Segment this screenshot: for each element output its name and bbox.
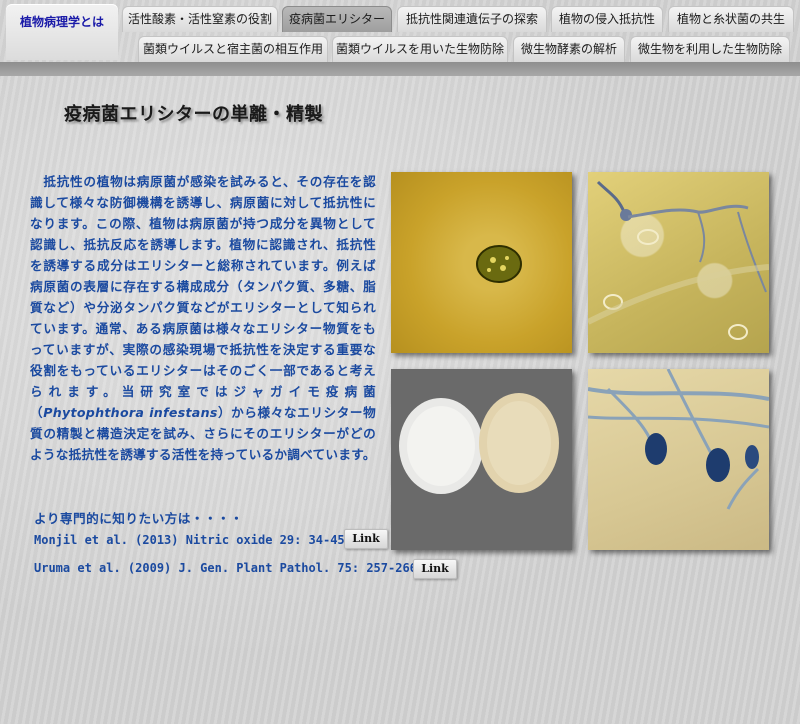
colonies-petri-icon [391, 369, 572, 550]
reference-uruma-link-button[interactable]: Link [413, 559, 457, 579]
tab-microbial-biocontrol[interactable]: 微生物を利用した生物防除 [630, 36, 790, 62]
germinating-hyphae-micrograph-icon [586, 172, 770, 353]
page-title: 疫病菌エリシターの単離・精製 [64, 104, 323, 125]
reference-monjil-link-button[interactable]: Link [344, 529, 388, 549]
tab-resistance-genes[interactable]: 抵抗性関連遺伝子の探索 [397, 6, 547, 32]
tab-elicitor[interactable]: 疫病菌エリシター [282, 6, 392, 32]
reference-monjil: Monjil et al. (2013) Nitric oxide 29: 34… [34, 533, 352, 547]
tab-active-oxygen[interactable]: 活性酸素・活性窒素の役割 [122, 6, 278, 32]
tab-invasion-resistance[interactable]: 植物の侵入抵抗性 [551, 6, 663, 32]
tab-mycovirus-host[interactable]: 菌類ウイルスと宿主菌の相互作用 [138, 36, 328, 62]
tab-mycovirus-biocontrol[interactable]: 菌類ウイルスを用いた生物防除 [332, 36, 508, 62]
species-name: Phytophthora infestans [43, 405, 218, 420]
tab-fungal-symbiosis[interactable]: 植物と糸状菌の共生 [668, 6, 794, 32]
sporangia-stained-icon [587, 368, 770, 550]
reference-uruma: Uruma et al. (2009) J. Gen. Plant Pathol… [34, 561, 425, 575]
paragraph-part1: 抵抗性の植物は病原菌が感染を試みると、その存在を認識して様々な防御機構を誘導し、… [30, 174, 376, 420]
header-band [0, 62, 800, 76]
spore-micrograph-icon [391, 172, 572, 353]
body-paragraph: 抵抗性の植物は病原菌が感染を試みると、その存在を認識して様々な防御機構を誘導し、… [30, 171, 376, 465]
references-heading: より専門的に知りたい方は・・・・ [34, 511, 244, 526]
nav-home-tab[interactable]: 植物病理学とは [6, 4, 118, 60]
tab-microbial-enzymes[interactable]: 微生物酵素の解析 [513, 36, 625, 62]
